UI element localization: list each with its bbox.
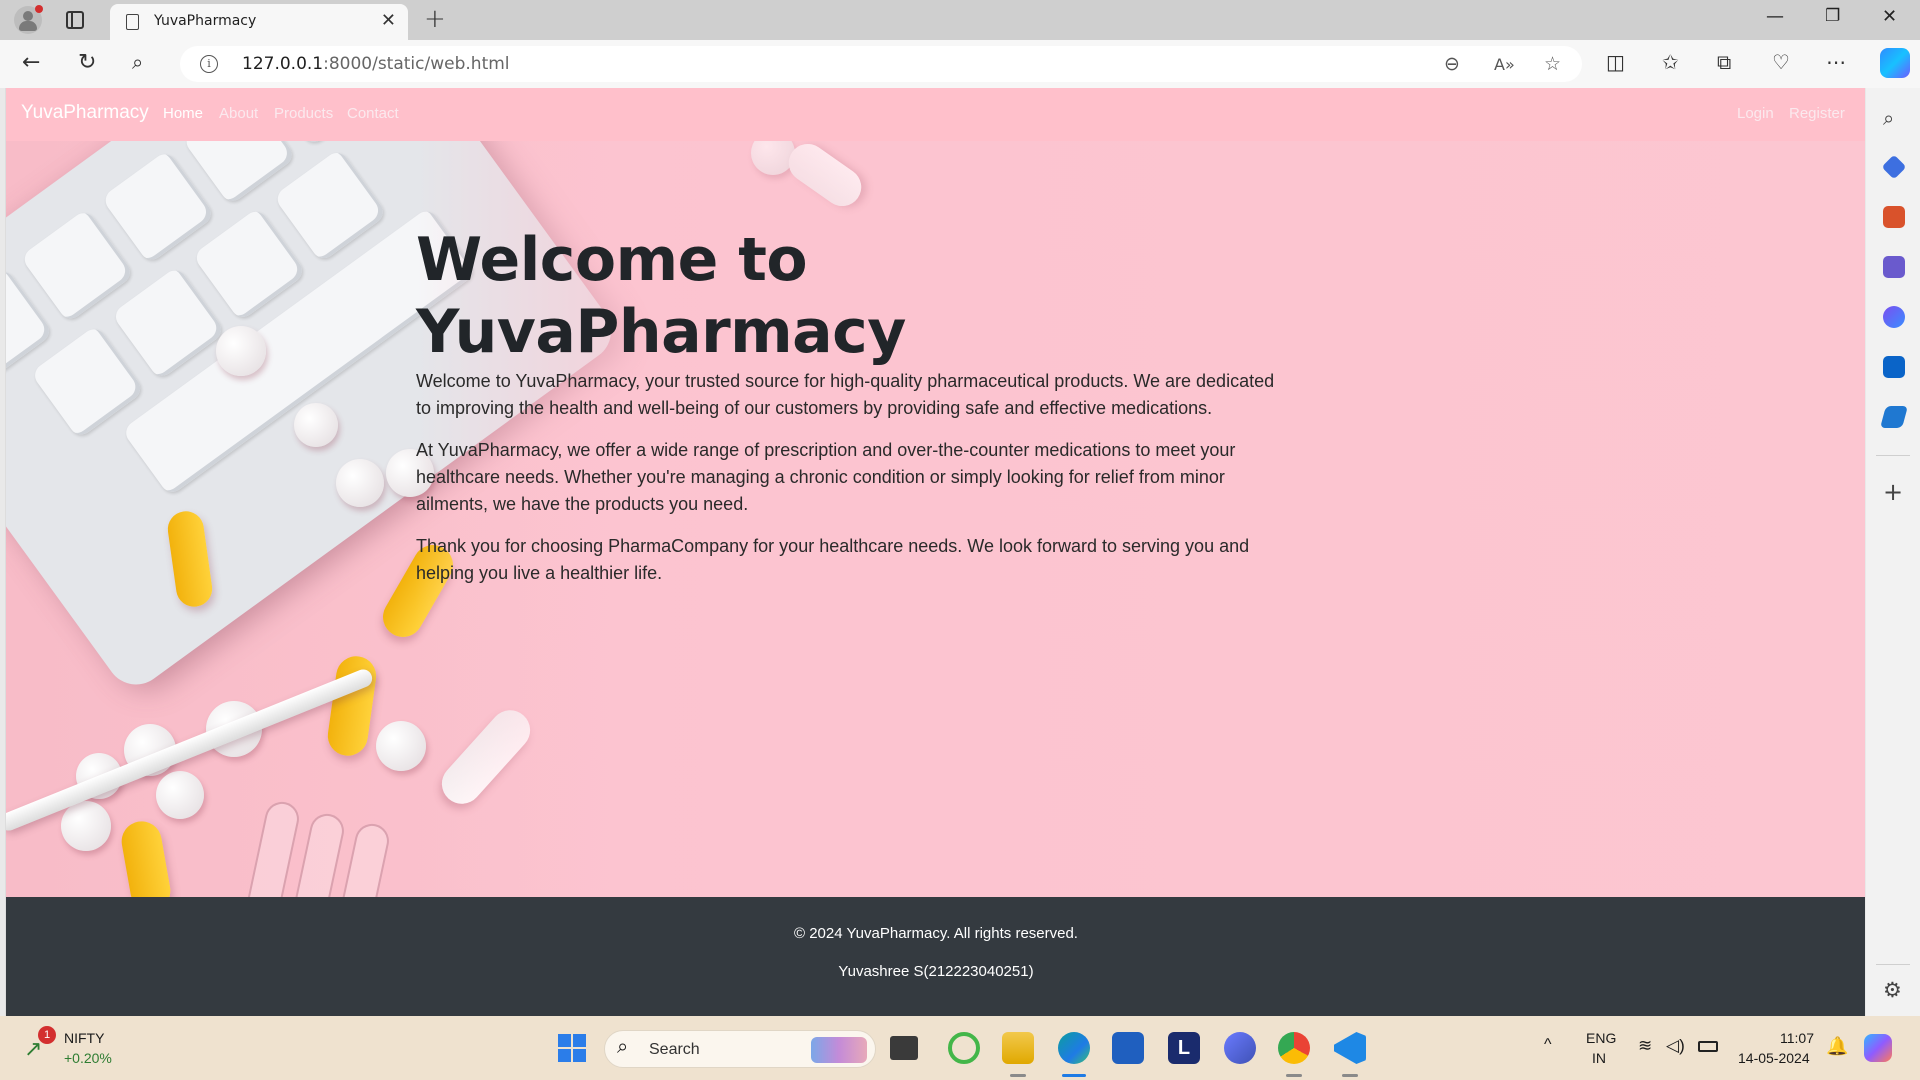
language-bottom[interactable]: IN <box>1592 1050 1606 1066</box>
l-app-icon[interactable]: L <box>1168 1032 1200 1064</box>
site-footer: © 2024 YuvaPharmacy. All rights reserved… <box>6 897 1865 1016</box>
sidebar-settings-gear-icon[interactable]: ⚙ <box>1883 978 1905 1002</box>
hero-section: Welcome to YuvaPharmacy Welcome to YuvaP… <box>6 141 1865 897</box>
windows-taskbar: ↗ 1 NIFTY +0.20% ⌕ Search L ^ ENG IN ≋ ◁… <box>0 1016 1920 1080</box>
tools-briefcase-icon[interactable] <box>1883 206 1905 228</box>
taskbar-search-input[interactable]: ⌕ Search <box>604 1030 876 1068</box>
more-options-icon[interactable]: ⋯ <box>1826 50 1846 74</box>
nav-about[interactable]: About <box>219 105 258 122</box>
page-icon <box>126 14 139 30</box>
address-bar[interactable]: i 127.0.0.1:8000/static/web.html ⊖ A» ☆ <box>180 46 1582 82</box>
vscode-icon[interactable] <box>1334 1032 1366 1064</box>
browser-toolbar: ← ↻ ⌕ i 127.0.0.1:8000/static/web.html ⊖… <box>0 40 1920 88</box>
site-info-icon[interactable]: i <box>200 55 218 73</box>
restore-icon[interactable]: ❐ <box>1825 6 1840 26</box>
clock-time[interactable]: 11:07 <box>1780 1030 1814 1046</box>
back-icon[interactable]: ← <box>22 50 40 75</box>
site-brand[interactable]: YuvaPharmacy <box>21 102 149 124</box>
battery-icon[interactable] <box>1698 1041 1718 1052</box>
outlook-icon[interactable] <box>1883 356 1905 378</box>
clock-date[interactable]: 14-05-2024 <box>1738 1050 1810 1066</box>
stock-change: +0.20% <box>64 1050 112 1066</box>
sidebar-search-icon[interactable]: ⌕ <box>1883 106 1905 130</box>
search-icon[interactable]: ⌕ <box>132 50 143 74</box>
footer-copyright: © 2024 YuvaPharmacy. All rights reserved… <box>794 925 1078 942</box>
edge-browser-icon[interactable] <box>1058 1032 1090 1064</box>
nav-products[interactable]: Products <box>274 105 333 122</box>
browser-tab-strip: YuvaPharmacy ✕ + — ❐ ✕ <box>0 0 1920 40</box>
new-tab-icon[interactable]: + <box>424 4 446 34</box>
volume-icon[interactable]: ◁) <box>1666 1036 1685 1056</box>
copilot-taskbar-icon[interactable] <box>1864 1034 1892 1062</box>
refresh-icon[interactable]: ↻ <box>78 50 96 75</box>
read-aloud-icon[interactable]: A» <box>1494 55 1515 74</box>
notification-badge: 1 <box>38 1026 56 1044</box>
edge-sidebar: ⌕ + ⚙ <box>1866 88 1920 1016</box>
profile-avatar-icon[interactable] <box>14 5 43 34</box>
hero-paragraph: Thank you for choosing PharmaCompany for… <box>416 536 1250 583</box>
url-text[interactable]: 127.0.0.1:8000/static/web.html <box>242 54 510 74</box>
language-top[interactable]: ENG <box>1586 1030 1616 1046</box>
send-icon[interactable] <box>1880 406 1908 428</box>
wifi-icon[interactable]: ≋ <box>1638 1036 1652 1056</box>
browser-essentials-icon[interactable]: ♡ <box>1772 50 1790 74</box>
tab-title: YuvaPharmacy <box>154 13 257 29</box>
collections-icon[interactable]: ⧉ <box>1717 50 1731 74</box>
nav-register[interactable]: Register <box>1789 105 1845 122</box>
nav-contact[interactable]: Contact <box>347 105 399 122</box>
arc-app-icon[interactable] <box>1224 1032 1256 1064</box>
task-view-icon[interactable] <box>890 1036 918 1060</box>
copilot-icon[interactable] <box>1880 48 1910 78</box>
windows-start-icon[interactable] <box>556 1032 588 1064</box>
shopping-tag-icon[interactable] <box>1881 154 1907 180</box>
search-highlight-icon <box>811 1037 867 1063</box>
tab-actions-icon[interactable] <box>66 11 84 29</box>
split-screen-icon[interactable]: ◫ <box>1606 50 1625 74</box>
hero-title: Welcome to YuvaPharmacy <box>416 225 906 367</box>
chrome-icon[interactable] <box>1278 1032 1310 1064</box>
refresh-app-icon[interactable] <box>948 1032 980 1064</box>
site-navbar: YuvaPharmacy Home About Products Contact… <box>6 88 1865 141</box>
add-sidebar-app-icon[interactable]: + <box>1883 480 1905 504</box>
nav-home[interactable]: Home <box>163 105 203 122</box>
page-viewport: YuvaPharmacy Home About Products Contact… <box>5 88 1865 1016</box>
minimize-icon[interactable]: — <box>1766 6 1784 27</box>
hero-content: Welcome to YuvaPharmacy Welcome to YuvaP… <box>416 224 1284 602</box>
search-icon: ⌕ <box>617 1036 629 1058</box>
stock-name: NIFTY <box>64 1030 105 1046</box>
close-window-icon[interactable]: ✕ <box>1882 6 1897 27</box>
file-explorer-icon[interactable] <box>1002 1032 1034 1064</box>
favorite-star-icon[interactable]: ☆ <box>1544 53 1561 75</box>
favorites-icon[interactable]: ✩ <box>1662 50 1679 74</box>
footer-author: Yuvashree S(212223040251) <box>838 963 1034 980</box>
notification-bell-icon[interactable]: 🔔 <box>1826 1036 1848 1057</box>
browser-tab[interactable]: YuvaPharmacy ✕ <box>110 4 408 40</box>
hero-paragraph: Welcome to YuvaPharmacy, your trusted so… <box>416 371 1275 418</box>
zoom-out-icon[interactable]: ⊖ <box>1444 53 1460 75</box>
close-tab-icon[interactable]: ✕ <box>381 10 396 31</box>
hero-paragraph: At YuvaPharmacy, we offer a wide range o… <box>416 440 1236 514</box>
microsoft-365-icon[interactable] <box>1883 306 1905 328</box>
search-placeholder: Search <box>649 1041 700 1058</box>
nav-login[interactable]: Login <box>1737 105 1774 122</box>
show-hidden-icons-chevron-up-icon[interactable]: ^ <box>1544 1036 1552 1054</box>
microsoft-store-icon[interactable] <box>1112 1032 1144 1064</box>
games-icon[interactable] <box>1883 256 1905 278</box>
